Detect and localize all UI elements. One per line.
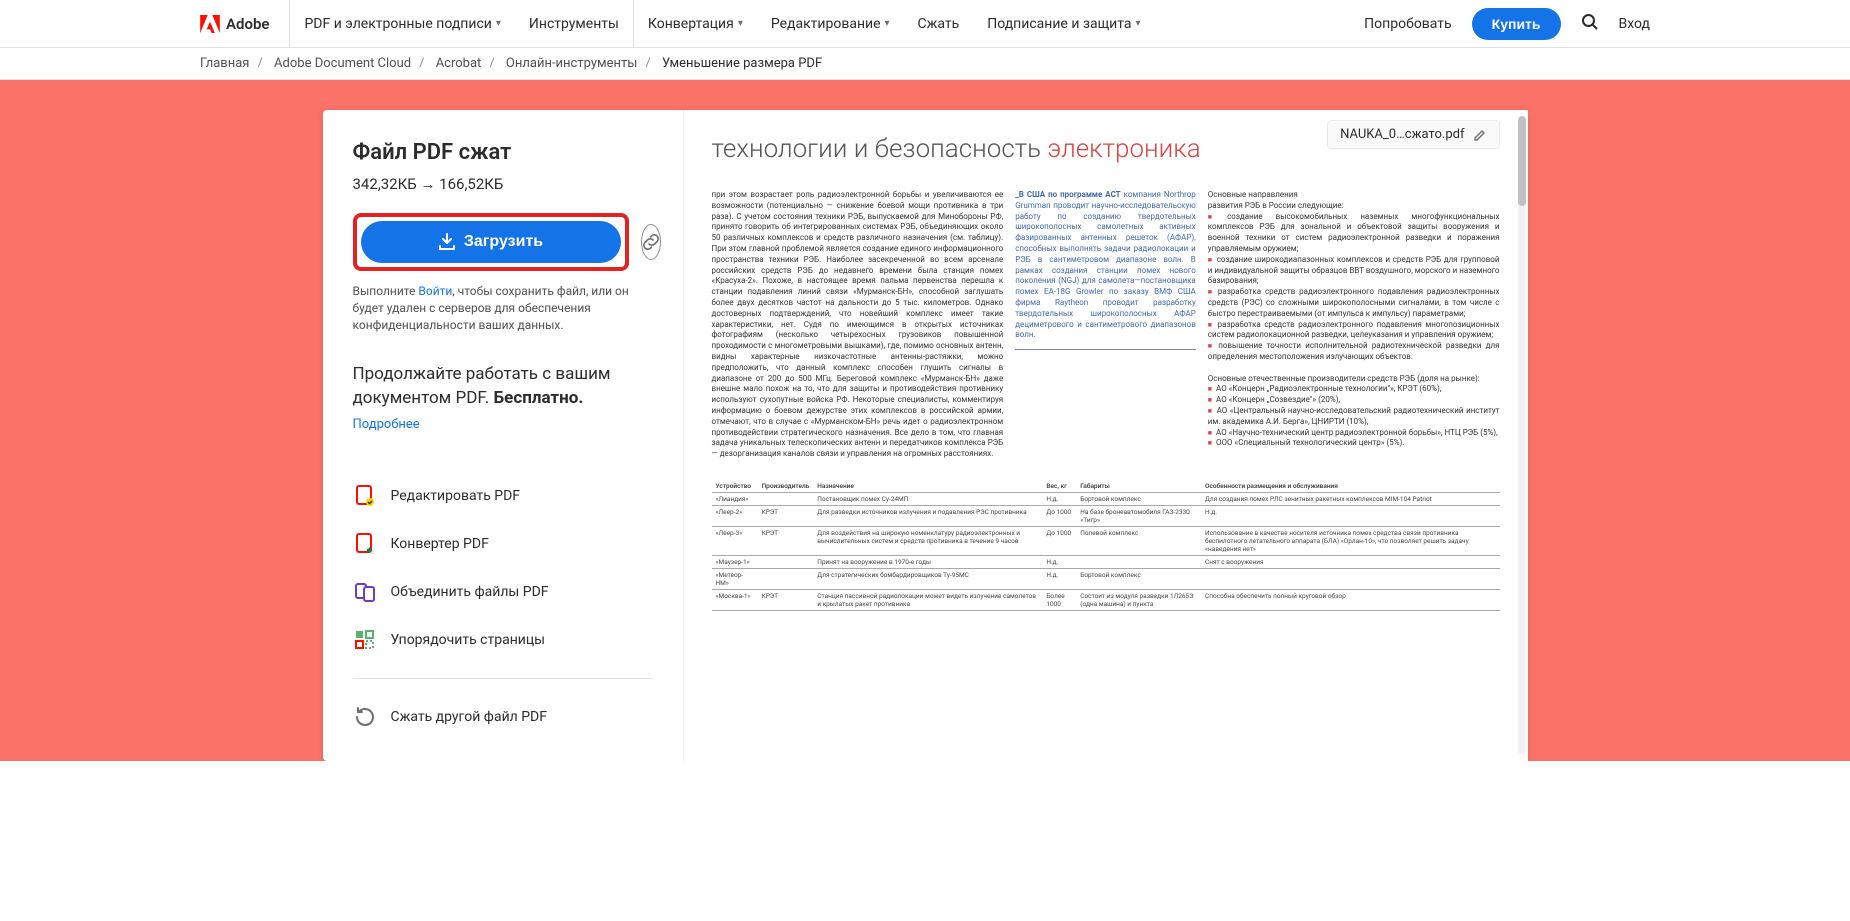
organize-pages-icon — [353, 628, 377, 652]
restart-icon — [353, 705, 377, 729]
filename-badge[interactable]: NAUKA_0…сжато.pdf — [1327, 120, 1499, 149]
link-icon — [642, 233, 660, 251]
chevron-down-icon: ▾ — [738, 18, 743, 29]
nav-pdf-signatures[interactable]: PDF и электронные подписи▾ — [290, 0, 514, 47]
convert-pdf-icon — [353, 532, 377, 556]
brand-logo[interactable]: Adobe — [200, 0, 290, 47]
share-link-button[interactable] — [641, 224, 661, 260]
tool-edit-pdf[interactable]: Редактировать PDF — [353, 472, 653, 520]
size-arrow: → — [420, 175, 435, 193]
main-nav: PDF и электронные подписи▾ Инструменты К… — [290, 0, 1154, 47]
size-to: 166,52КБ — [439, 175, 503, 193]
crumb-online[interactable]: Онлайн-инструменты — [506, 56, 637, 71]
nav-edit[interactable]: Редактирование▾ — [757, 0, 904, 47]
learn-more-link[interactable]: Подробнее — [353, 417, 653, 432]
signin-link[interactable]: Войти — [418, 284, 452, 298]
nav-sign-protect[interactable]: Подписание и защита▾ — [973, 0, 1154, 47]
pencil-icon — [1473, 128, 1487, 142]
download-highlight: Загрузить — [353, 213, 629, 271]
download-button[interactable]: Загрузить — [361, 221, 621, 263]
size-info: 342,32КБ → 166,52КБ — [353, 175, 653, 193]
nav-convert[interactable]: Конвертация▾ — [634, 0, 757, 47]
save-note: Выполните Войти, чтобы сохранить файл, и… — [353, 283, 653, 333]
chevron-down-icon: ▾ — [885, 18, 890, 29]
chevron-down-icon: ▾ — [1136, 18, 1141, 29]
page-title: Файл PDF сжат — [353, 140, 653, 165]
tool-convert-pdf[interactable]: Конвертер PDF — [353, 520, 653, 568]
download-icon — [438, 233, 456, 251]
brand-name: Adobe — [226, 15, 269, 33]
crumb-dc[interactable]: Adobe Document Cloud — [274, 56, 411, 71]
chevron-down-icon: ▾ — [496, 18, 501, 29]
search-icon[interactable] — [1581, 13, 1599, 35]
tool-combine-pdf[interactable]: Объединить файлы PDF — [353, 568, 653, 616]
divider — [353, 678, 653, 679]
doc-column-1: при этом возрастает роль радиоэлектронно… — [712, 190, 1004, 460]
document-preview: NAUKA_0…сжато.pdf технологии и безопасно… — [683, 110, 1528, 761]
result-panel: Файл PDF сжат 342,32КБ → 166,52КБ Загруз… — [323, 110, 683, 761]
doc-column-3: Основные направления развития РЭБ в Росс… — [1208, 190, 1500, 460]
edit-pdf-icon — [353, 484, 377, 508]
doc-column-2: _В США по программе ACT компания Northro… — [1015, 190, 1196, 350]
tool-compress-another[interactable]: Сжать другой файл PDF — [353, 693, 653, 741]
try-button[interactable]: Попробовать — [1364, 16, 1451, 32]
nav-tools[interactable]: Инструменты — [515, 0, 634, 47]
filename-text: NAUKA_0…сжато.pdf — [1340, 127, 1464, 142]
combine-pdf-icon — [353, 580, 377, 604]
keep-working-text: Продолжайте работать с вашим документом … — [353, 363, 653, 411]
login-link[interactable]: Вход — [1619, 16, 1650, 32]
crumb-home[interactable]: Главная — [200, 56, 249, 71]
crumb-acrobat[interactable]: Acrobat — [436, 56, 482, 71]
breadcrumb: Главная/ Adobe Document Cloud/ Acrobat/ … — [0, 48, 1850, 80]
buy-button[interactable]: Купить — [1472, 8, 1561, 40]
nav-compress[interactable]: Сжать — [904, 0, 974, 47]
doc-table: УстройствоПроизводительНазначениеВес, кг… — [712, 480, 1500, 611]
adobe-logo-icon — [200, 15, 220, 33]
tool-organize-pages[interactable]: Упорядочить страницы — [353, 616, 653, 664]
size-from: 342,32КБ — [353, 175, 417, 193]
crumb-current: Уменьшение размера PDF — [662, 56, 822, 71]
